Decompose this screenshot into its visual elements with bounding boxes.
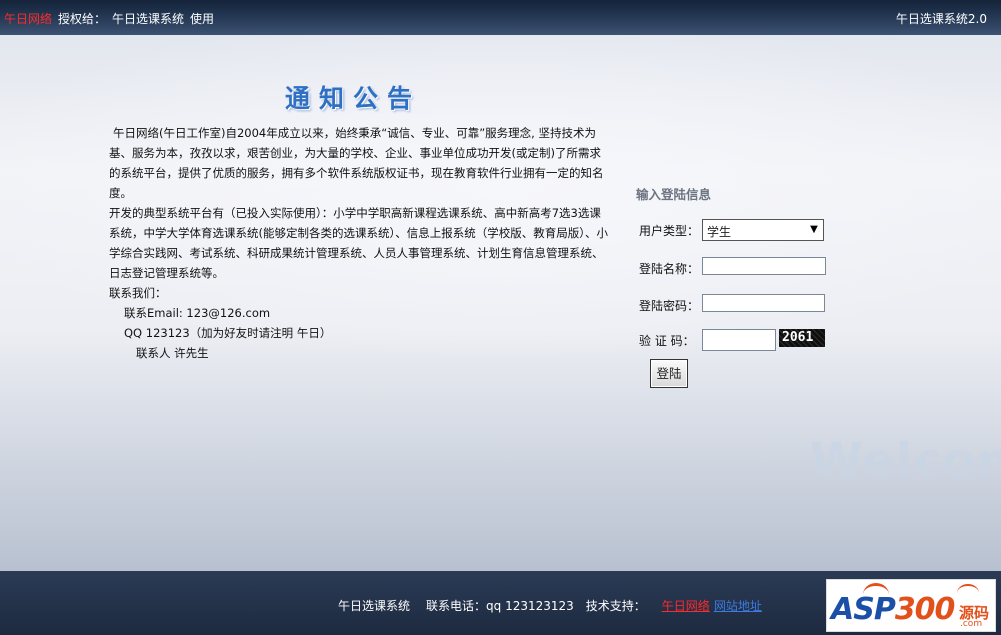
username-input[interactable] xyxy=(702,257,826,275)
captcha-label: 验 证 码： xyxy=(639,334,695,348)
footer-support-label: 技术支持： xyxy=(585,599,646,613)
footer-site-link[interactable]: 网站地址 xyxy=(714,599,762,613)
footer-phone: 联系电话：qq 123123123 xyxy=(426,599,574,613)
captcha-image[interactable]: 2061 xyxy=(779,329,825,347)
licensee-name: 午日选课系统 xyxy=(112,12,185,26)
system-version: 午日选课系统2.0 xyxy=(895,12,987,26)
notice-paragraph-intro: 午日网络(午日工作室)自2004年成立以来，始终秉承“诚信、专业、可靠”服务理念… xyxy=(109,126,604,200)
user-type-label: 用户类型： xyxy=(639,224,700,238)
notice-content: 午日网络(午日工作室)自2004年成立以来，始终秉承“诚信、专业、可靠”服务理念… xyxy=(109,123,609,363)
auth-prefix: 授权给： xyxy=(58,12,107,26)
captcha-input[interactable] xyxy=(702,329,776,351)
login-title: 输入登陆信息 xyxy=(636,187,712,202)
password-input[interactable] xyxy=(702,294,825,312)
watermark-asp-text: ASP300 xyxy=(831,592,955,627)
password-label: 登陆密码： xyxy=(639,299,700,313)
main-area: Welcom 通知公告 午日网络(午日工作室)自2004年成立以来，始终秉承“诚… xyxy=(0,35,1001,571)
login-button[interactable]: 登陆 xyxy=(650,359,688,388)
footer-support-link[interactable]: 午日网络 xyxy=(662,599,710,613)
brand-link[interactable]: 午日网络 xyxy=(4,12,52,26)
user-type-value: 学生 xyxy=(707,225,732,239)
authorization-info: 午日网络 授权给： 午日选课系统 使用 xyxy=(4,10,214,27)
top-bar: 午日网络 授权给： 午日选课系统 使用 午日选课系统2.0 xyxy=(0,0,1001,35)
notice-paragraph-systems: 开发的典型系统平台有（已投入实际使用）：小学中学职高新课程选课系统、高中新高考7… xyxy=(109,206,608,280)
contact-person: 联系人 许先生 xyxy=(136,346,209,360)
username-label: 登陆名称： xyxy=(639,262,700,276)
welcome-background-text: Welcom xyxy=(810,433,1001,489)
user-type-select[interactable]: 学生 ▼ xyxy=(702,219,824,241)
contact-email: 联系Email: 123@126.com xyxy=(124,306,271,320)
asp300-watermark-logo: ASP300 源码 .com xyxy=(826,579,996,632)
contact-label: 联系我们： xyxy=(109,286,167,300)
flame-icon xyxy=(957,584,979,602)
contact-qq: QQ 123123（加为好友时请注明 午日） xyxy=(124,326,332,340)
footer-system-name: 午日选课系统 xyxy=(338,599,411,613)
notice-title: 通知公告 xyxy=(285,84,422,113)
use-text: 使用 xyxy=(190,12,215,26)
footer-info: 午日选课系统 联系电话：qq 123123123 技术支持： 午日网络 网站地址 xyxy=(338,597,762,614)
watermark-domain-text: .com xyxy=(960,619,983,629)
chevron-down-icon: ▼ xyxy=(810,224,818,235)
